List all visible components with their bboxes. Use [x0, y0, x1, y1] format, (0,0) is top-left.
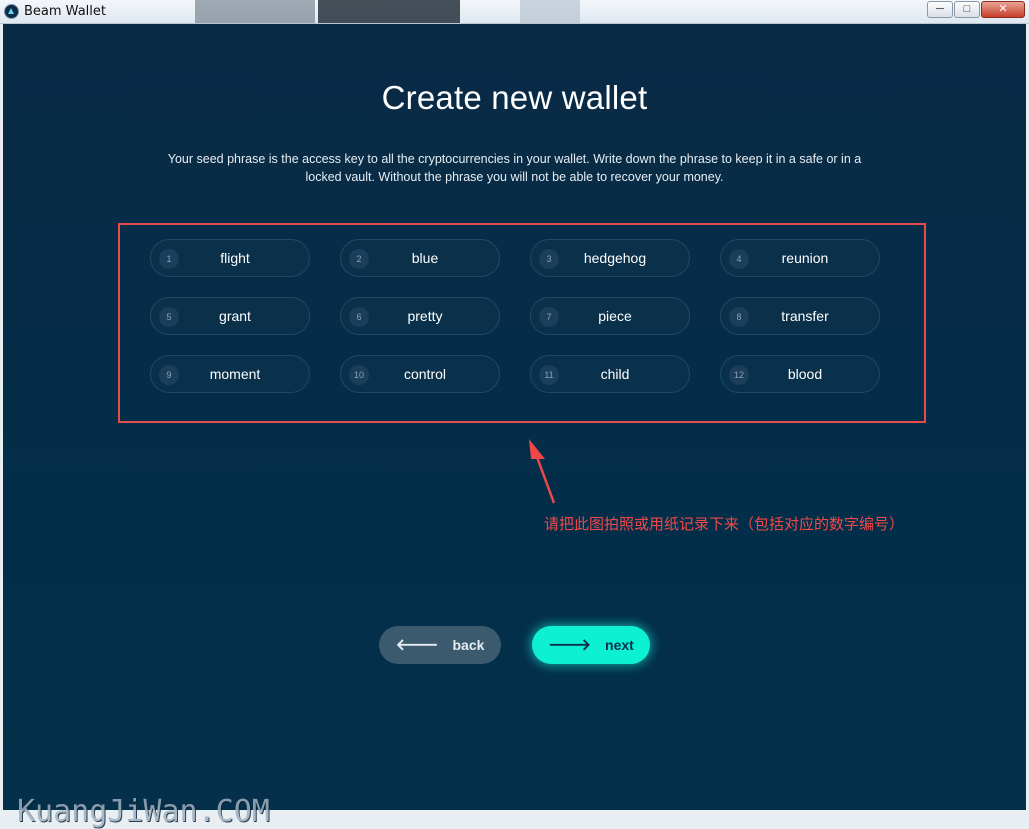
seed-word-number: 5	[159, 307, 179, 327]
seed-word-number: 4	[729, 249, 749, 269]
background-window-fragment	[195, 0, 315, 23]
window-title: Beam Wallet	[24, 4, 106, 19]
seed-word-number: 3	[539, 249, 559, 269]
seed-word-number: 10	[349, 365, 369, 385]
window-titlebar: Beam Wallet ─ □ ✕	[0, 0, 1029, 24]
seed-word: grant	[219, 308, 251, 324]
seed-word: child	[600, 366, 630, 382]
seed-word-number: 12	[729, 365, 749, 385]
site-watermark: KuangJiWan.COM	[17, 794, 270, 829]
arrow-right-icon: 🡒	[548, 637, 592, 654]
minimize-button[interactable]: ─	[927, 1, 953, 18]
back-button[interactable]: 🡐 back	[379, 626, 501, 664]
seed-word: reunion	[781, 250, 829, 266]
seed-word: transfer	[781, 308, 829, 324]
seed-word: moment	[209, 366, 261, 382]
seed-word-item: 10 control	[340, 355, 500, 393]
seed-word-item: 11 child	[530, 355, 690, 393]
next-button[interactable]: 🡒 next	[532, 626, 650, 664]
app-content: Create new wallet Your seed phrase is th…	[3, 24, 1026, 829]
seed-word: blood	[787, 366, 823, 382]
background-window-fragment	[318, 0, 460, 23]
seed-word-number: 8	[729, 307, 749, 327]
close-button[interactable]: ✕	[981, 1, 1025, 18]
beam-logo-icon	[4, 4, 19, 19]
annotation-arrow-icon	[529, 439, 556, 504]
seed-word-number: 9	[159, 365, 179, 385]
background-window-fragment	[520, 0, 580, 23]
seed-word-item: 7 piece	[530, 297, 690, 335]
seed-word-number: 2	[349, 249, 369, 269]
seed-word-item: 12 blood	[720, 355, 880, 393]
seed-word: flight	[220, 250, 250, 266]
seed-word-item: 2 blue	[340, 239, 500, 277]
seed-word-item: 6 pretty	[340, 297, 500, 335]
seed-word-item: 3 hedgehog	[530, 239, 690, 277]
arrow-left-icon: 🡐	[395, 637, 439, 654]
next-button-label: next	[605, 637, 634, 653]
seed-word-item: 1 flight	[150, 239, 310, 277]
seed-word: control	[403, 366, 447, 382]
maximize-button[interactable]: □	[954, 1, 980, 18]
seed-word-number: 11	[539, 365, 559, 385]
back-button-label: back	[452, 637, 485, 653]
seed-word: hedgehog	[583, 250, 647, 266]
seed-word: piece	[598, 308, 632, 324]
seed-word-item: 4 reunion	[720, 239, 880, 277]
seed-word: pretty	[407, 308, 443, 324]
seed-word-item: 8 transfer	[720, 297, 880, 335]
annotation-note: 请把此图拍照或用纸记录下来（包括对应的数字编号）	[544, 515, 905, 533]
seed-word-number: 1	[159, 249, 179, 269]
seed-phrase-description: Your seed phrase is the access key to al…	[167, 152, 862, 184]
seed-word-item: 5 grant	[150, 297, 310, 335]
page-title: Create new wallet	[381, 79, 648, 116]
seed-word-item: 9 moment	[150, 355, 310, 393]
seed-word-number: 7	[539, 307, 559, 327]
seed-word: blue	[411, 250, 439, 266]
seed-word-number: 6	[349, 307, 369, 327]
